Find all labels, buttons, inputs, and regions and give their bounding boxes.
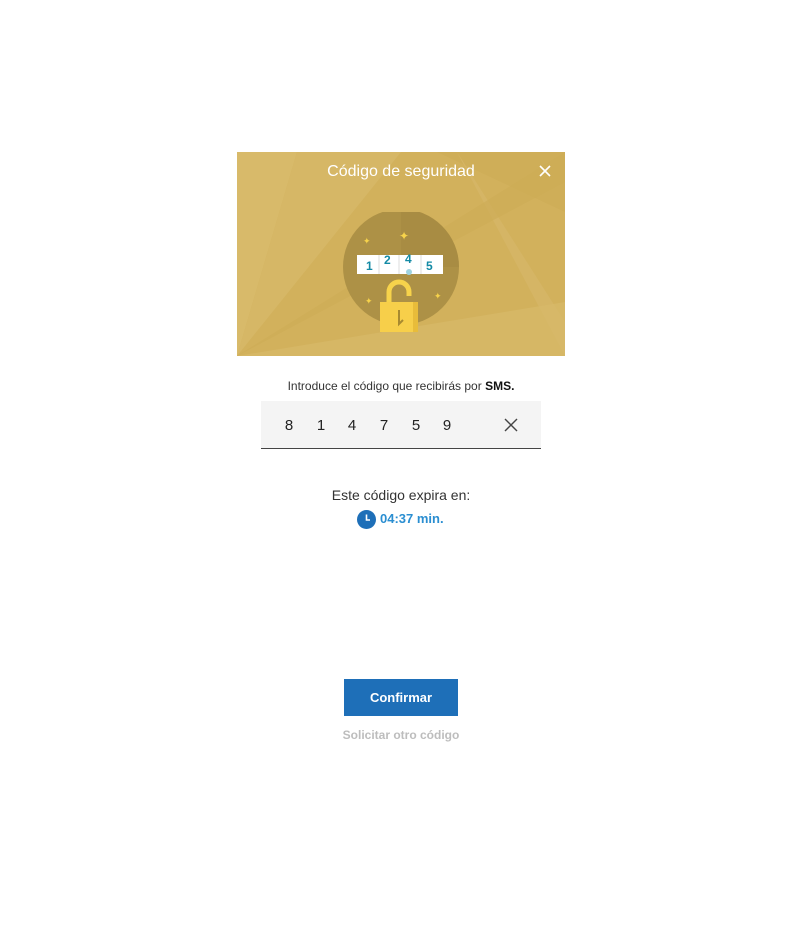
illustration-digit: 2 — [384, 253, 391, 267]
code-digit: 9 — [442, 417, 452, 434]
expiry-timer: 04:37 min. — [357, 509, 444, 529]
code-digit: 7 — [379, 417, 389, 434]
instruction-text: Introduce el código que recibirás por SM… — [237, 378, 565, 394]
dialog-title: Código de seguridad — [327, 163, 475, 180]
clock-icon — [357, 509, 376, 529]
svg-text:✦: ✦ — [399, 229, 409, 243]
expiry-time: 04:37 min. — [380, 511, 444, 526]
illustration-digit: 5 — [426, 259, 433, 273]
clear-icon — [504, 418, 518, 432]
expiry-label: Este código expira en: — [331, 487, 471, 503]
code-digit: 4 — [347, 417, 357, 434]
svg-text:✦: ✦ — [434, 292, 442, 302]
clear-code-button[interactable] — [504, 418, 518, 432]
security-code-page: Código de seguridad ✦ ✦ ✦ ✦ 1 2 4 5 Intr… — [0, 0, 800, 941]
close-button[interactable] — [537, 163, 553, 179]
svg-text:✦: ✦ — [365, 297, 373, 307]
code-digit: 5 — [411, 417, 421, 434]
dialog-header: Código de seguridad ✦ ✦ ✦ ✦ 1 2 4 5 — [237, 152, 565, 356]
resend-code-link[interactable]: Solicitar otro código — [237, 727, 565, 743]
close-icon — [539, 165, 551, 177]
svg-text:✦: ✦ — [363, 237, 371, 247]
code-digit: 8 — [284, 417, 294, 434]
code-digit: 1 — [316, 417, 326, 434]
instruction-message: Introduce el código que recibirás por — [287, 379, 482, 393]
confirm-button[interactable]: Confirmar — [344, 679, 458, 716]
instruction-channel: SMS. — [485, 379, 515, 393]
illustration-digit: 4 — [405, 252, 412, 266]
security-code-input[interactable]: 8 1 4 7 5 9 — [261, 401, 541, 449]
padlock-code-illustration: ✦ ✦ ✦ ✦ 1 2 4 5 — [341, 209, 461, 336]
illustration-digit: 1 — [366, 259, 373, 273]
